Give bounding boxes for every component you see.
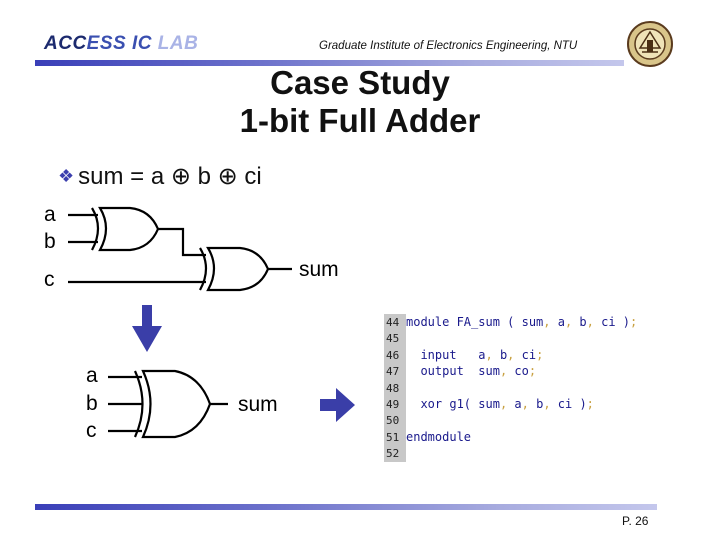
ntu-seal-icon xyxy=(627,21,673,67)
input-label-b: b xyxy=(44,230,56,253)
line-number: 45 xyxy=(386,332,400,346)
code-token: FA_sum ( sum xyxy=(456,315,544,329)
code-token: xor xyxy=(406,397,450,411)
code-token: b xyxy=(528,397,544,411)
lab-name-part: ACC xyxy=(44,33,87,54)
code-token: a xyxy=(550,315,565,329)
sum-equation: sum = a ⊕ b ⊕ ci xyxy=(78,163,262,190)
code-token: b xyxy=(572,315,587,329)
three-input-xor-circuit: a b c sum xyxy=(86,364,278,442)
code-line: 51 endmodule xyxy=(384,429,471,445)
lab-logo-text: ACCESS IC LAB xyxy=(44,33,198,55)
xor-gate-2-body xyxy=(206,246,270,292)
code-token: a xyxy=(507,397,522,411)
code-line: 49 xor g1( sum, a, b, ci ); xyxy=(384,396,594,412)
page-number: P. 26 xyxy=(622,514,649,528)
slide-title: Case Study 1-bit Full Adder xyxy=(0,64,720,140)
code-token: b xyxy=(492,347,508,362)
code-token: ci xyxy=(514,347,537,362)
code-line: 45 xyxy=(384,330,406,346)
code-token: g1( sum xyxy=(449,397,500,411)
code-token: , xyxy=(543,397,551,411)
code-token: co xyxy=(507,364,529,379)
line-number: 50 xyxy=(386,414,400,428)
input-label-a: a xyxy=(44,203,56,226)
code-token: input xyxy=(406,347,479,362)
code-token: ; xyxy=(528,364,537,379)
circuit-diagram: a b c sum a b c sum xyxy=(44,203,355,442)
input-label-c: c xyxy=(86,419,97,442)
arrow-down-icon xyxy=(132,305,162,352)
footer-divider xyxy=(35,504,657,510)
xor-gate-body xyxy=(141,369,212,439)
output-label-sum: sum xyxy=(299,258,339,281)
code-line: 52 xyxy=(384,445,406,461)
institute-name: Graduate Institute of Electronics Engine… xyxy=(319,40,578,52)
code-line: 48 xyxy=(384,380,406,396)
code-line: 44 module FA_sum ( sum, a, b, ci ); xyxy=(384,314,637,330)
code-token: sum xyxy=(478,364,500,379)
code-token: , xyxy=(521,397,529,411)
input-label-a: a xyxy=(86,364,98,387)
input-label-c: c xyxy=(44,268,55,291)
lab-name-part: LAB xyxy=(151,33,199,54)
bullet-item: ❖ sum = a ⊕ b ⊕ ci xyxy=(58,162,262,191)
output-label-sum: sum xyxy=(238,393,278,416)
line-number: 49 xyxy=(386,398,400,411)
xor-gate-1-body xyxy=(98,206,160,252)
code-token: module xyxy=(406,315,457,329)
code-line: 46 input a, b, ci; xyxy=(384,347,543,363)
line-number: 52 xyxy=(386,447,400,461)
code-line: 50 xyxy=(384,412,406,428)
line-number: 44 xyxy=(386,316,400,329)
code-token: output xyxy=(406,364,479,379)
code-token: ci ) xyxy=(593,315,631,329)
arrow-right-icon xyxy=(320,388,355,422)
line-number: 48 xyxy=(386,381,400,395)
two-gate-circuit: a b c sum xyxy=(44,203,339,292)
code-token: , xyxy=(485,347,493,362)
verilog-code-snippet: 44 module FA_sum ( sum, a, b, ci ); 45 46 i… xyxy=(384,314,714,464)
code-token: , xyxy=(543,315,551,329)
input-label-b: b xyxy=(86,392,98,415)
line-number: 51 xyxy=(386,430,400,444)
code-line: 47 output sum, co; xyxy=(384,363,536,379)
code-token: endmodule xyxy=(406,429,472,444)
lab-name-part: ESS IC xyxy=(86,33,152,54)
code-token: ci ) xyxy=(550,397,587,411)
code-token: , xyxy=(586,315,594,329)
code-token: ; xyxy=(536,347,544,362)
code-token: ; xyxy=(630,315,638,329)
line-number: 46 xyxy=(386,348,400,362)
code-token: ; xyxy=(586,397,594,411)
wire-g1-g2 xyxy=(158,227,206,257)
diamond-bullet-icon: ❖ xyxy=(58,166,75,186)
line-number: 47 xyxy=(386,365,400,379)
title-line-2: 1-bit Full Adder xyxy=(239,102,481,139)
title-line-1: Case Study xyxy=(270,64,450,101)
